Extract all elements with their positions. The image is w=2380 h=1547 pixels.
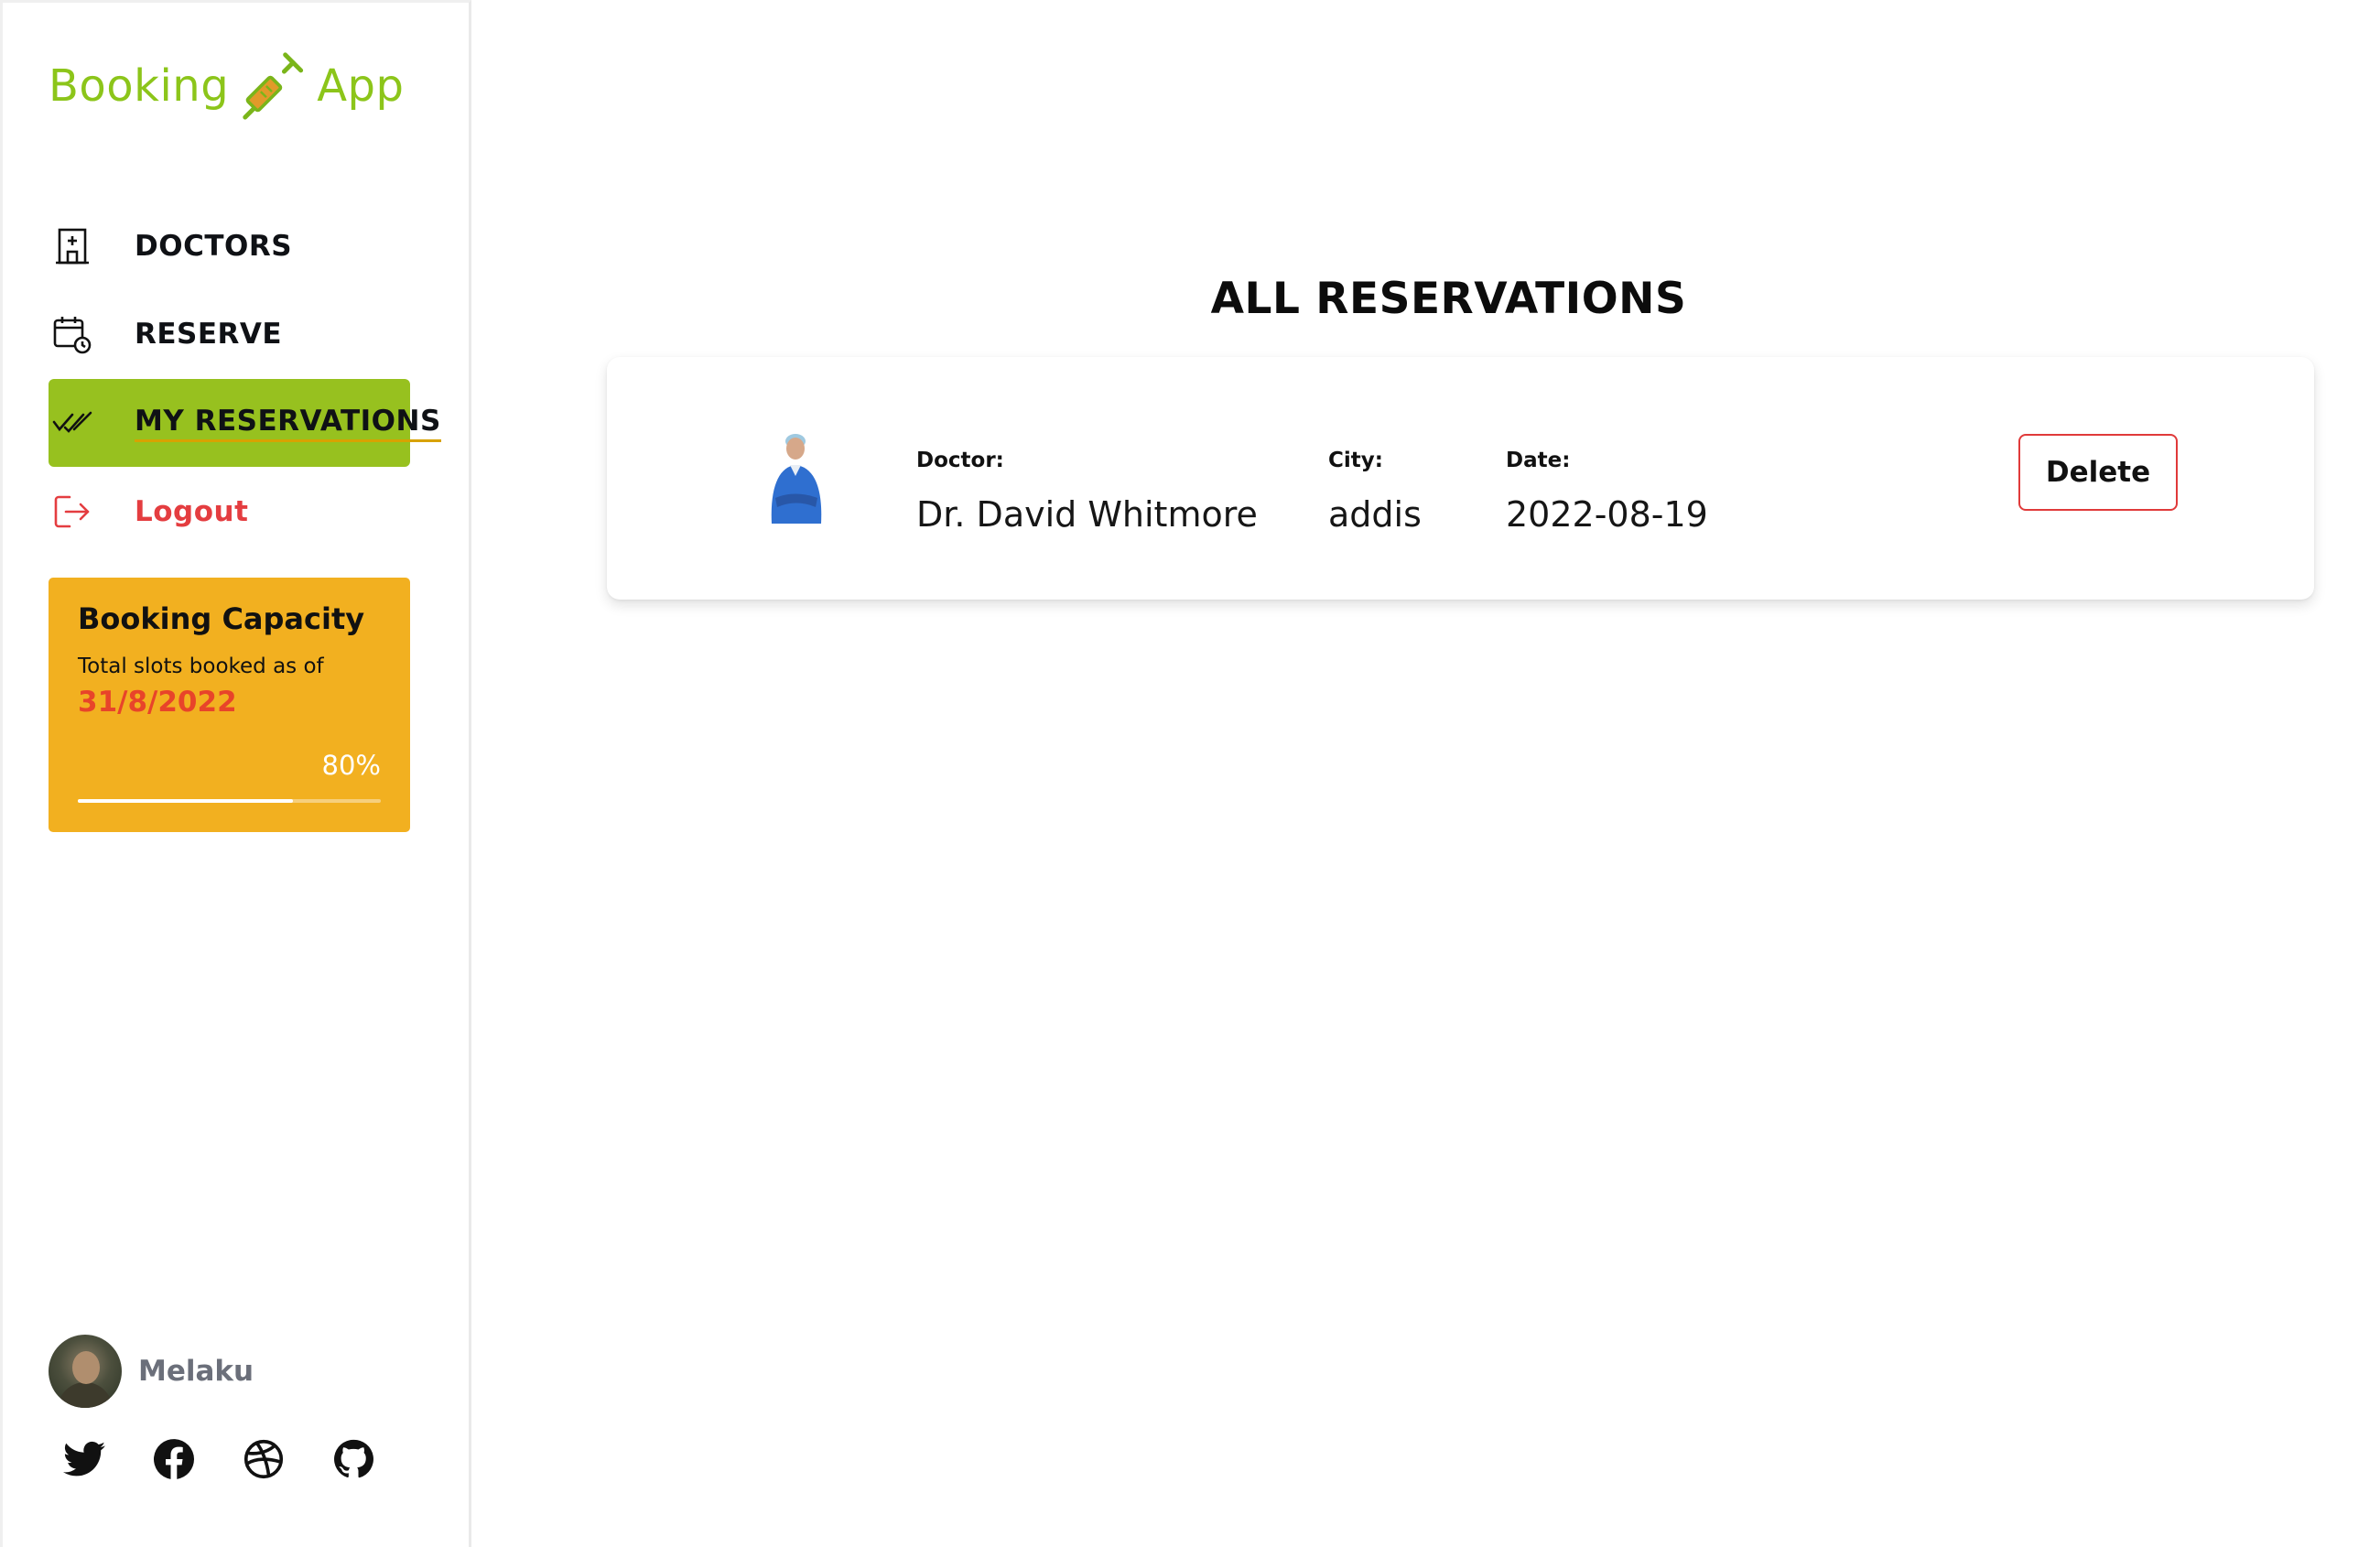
- nav-label: DOCTORS: [135, 230, 293, 263]
- social-links: [63, 1438, 374, 1480]
- calendar-clock-icon: [52, 314, 92, 354]
- page-title: ALL RESERVATIONS: [1210, 274, 1687, 325]
- nav-item-reserve[interactable]: RESERVE: [49, 290, 410, 378]
- reservation-card: Doctor: Dr. David Whitmore City: addis D…: [607, 357, 2314, 600]
- nav-item-doctors[interactable]: DOCTORS: [49, 202, 410, 290]
- avatar: [49, 1335, 122, 1408]
- doctor-field: Doctor: Dr. David Whitmore: [916, 449, 1258, 535]
- brand-text-right: App: [317, 60, 405, 112]
- github-icon[interactable]: [332, 1438, 374, 1480]
- twitter-icon[interactable]: [63, 1438, 105, 1480]
- user-profile[interactable]: Melaku: [49, 1335, 254, 1408]
- doctor-label: Doctor:: [916, 449, 1004, 472]
- hospital-icon: [52, 226, 92, 266]
- capacity-percent: 80%: [321, 750, 381, 781]
- city-value: addis: [1328, 494, 1422, 535]
- logout-icon: [52, 492, 92, 532]
- delete-button[interactable]: Delete: [2018, 434, 2178, 511]
- city-field: City: addis: [1328, 449, 1422, 535]
- brand-text-left: Booking: [49, 60, 230, 112]
- capacity-progress-bar: [78, 799, 381, 803]
- date-field: Date: 2022-08-19: [1506, 449, 1708, 535]
- capacity-title: Booking Capacity: [78, 601, 365, 636]
- nav-item-my-reservations[interactable]: MY RESERVATIONS: [49, 379, 441, 467]
- city-label: City:: [1328, 449, 1383, 472]
- dribbble-icon[interactable]: [243, 1438, 285, 1480]
- capacity-progress-fill: [78, 799, 293, 803]
- double-check-icon: [52, 403, 92, 443]
- nav-label: MY RESERVATIONS: [135, 405, 441, 442]
- user-name: Melaku: [138, 1355, 254, 1388]
- date-value: 2022-08-19: [1506, 494, 1708, 535]
- capacity-date: 31/8/2022: [78, 686, 237, 719]
- syringe-icon: [243, 52, 304, 120]
- capacity-subtitle: Total slots booked as of: [78, 654, 324, 678]
- brand-logo[interactable]: Booking App: [49, 50, 404, 122]
- booking-capacity-card: Booking Capacity Total slots booked as o…: [49, 578, 410, 832]
- nav-item-logout[interactable]: Logout: [49, 468, 410, 556]
- facebook-icon[interactable]: [153, 1438, 195, 1480]
- date-label: Date:: [1506, 449, 1571, 472]
- sidebar: Booking App DOCTORS RESERVE MY RESERVATI…: [0, 0, 471, 1547]
- doctor-photo: [771, 434, 822, 524]
- nav-label: Logout: [135, 495, 249, 528]
- doctor-name: Dr. David Whitmore: [916, 494, 1258, 535]
- nav-label: RESERVE: [135, 318, 283, 351]
